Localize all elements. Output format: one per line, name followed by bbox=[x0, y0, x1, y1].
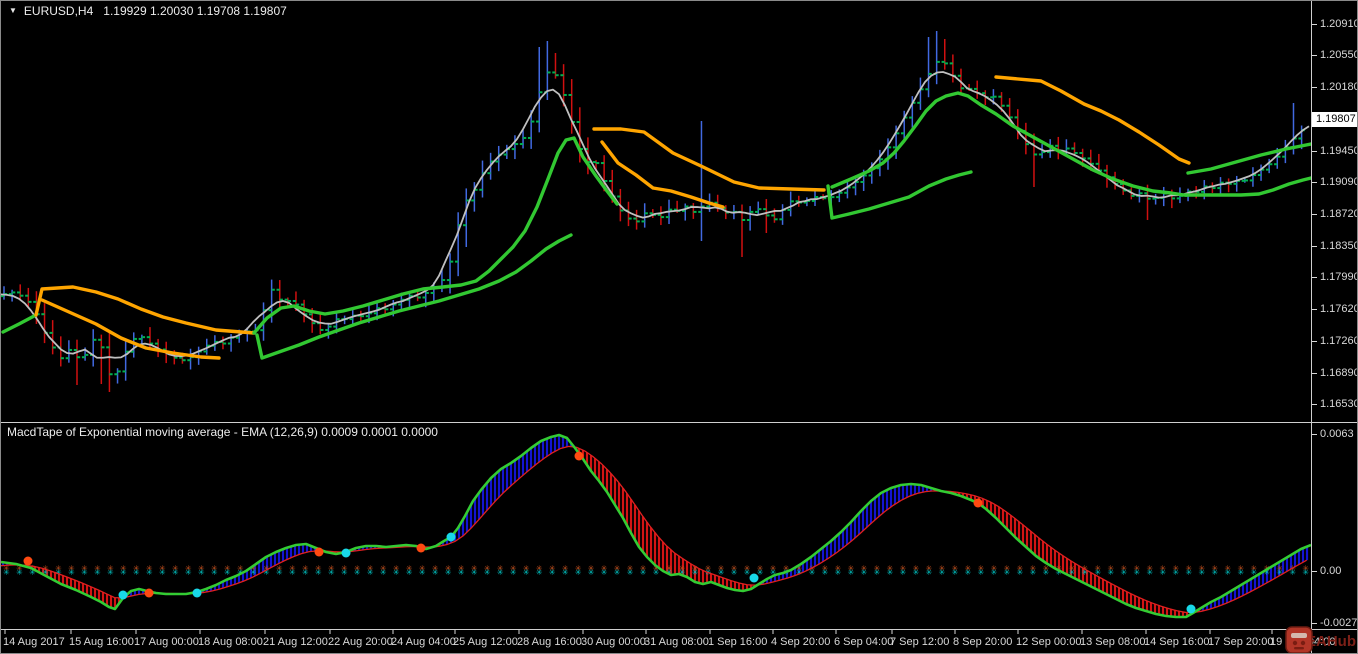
zero-line-lower: ✳✳✳✳✳✳✳✳✳✳✳✳✳✳✳✳✳✳✳✳✳✳✳✳✳✳✳✳✳✳✳✳✳✳✳✳✳✳✳✳… bbox=[3, 568, 1309, 577]
time-tick-label: 14 Sep 16:00 bbox=[1144, 636, 1210, 648]
time-tick-label: 21 Aug 12:00 bbox=[263, 636, 328, 648]
chart-title: ▼ EURUSD,H4 1.19929 1.20030 1.19708 1.1980… bbox=[9, 4, 287, 18]
time-tick-label: 15 Aug 16:00 bbox=[69, 636, 134, 648]
sell-signal-dot bbox=[144, 588, 154, 598]
buy-signal-dot bbox=[1186, 604, 1196, 614]
eahub-watermark: EAHub bbox=[1285, 626, 1357, 653]
time-tick-label: 6 Sep 04:00 bbox=[834, 636, 894, 648]
indicator-values: 0.0009 0.0001 0.0000 bbox=[321, 425, 438, 439]
price-pane[interactable] bbox=[1, 31, 1311, 392]
time-tick-label: 13 Sep 08:00 bbox=[1080, 636, 1146, 648]
time-tick-label: 8 Sep 20:00 bbox=[953, 636, 1013, 648]
sell-signal-dot bbox=[23, 556, 33, 566]
ohlc-values: 1.19929 1.20030 1.19708 1.19807 bbox=[103, 4, 287, 18]
sell-signal-dot bbox=[314, 547, 324, 557]
tape-line-green bbox=[1186, 142, 1311, 175]
price-tick-label: 1.18350 bbox=[1320, 240, 1358, 252]
price-tick-label: 1.18720 bbox=[1320, 208, 1358, 220]
price-tick-label: 1.17990 bbox=[1320, 271, 1358, 283]
price-tick-label: 1.17260 bbox=[1320, 335, 1358, 347]
indicator-tick-label: 0.00 bbox=[1320, 565, 1342, 577]
tape-line-orange bbox=[994, 75, 1191, 165]
price-tick-label: 1.16530 bbox=[1320, 398, 1358, 410]
time-tick-label: 17 Aug 00:00 bbox=[134, 636, 199, 648]
price-tick-label: 1.17620 bbox=[1320, 303, 1358, 315]
sell-signal-dot bbox=[973, 498, 983, 508]
time-tick-label: 17 Sep 20:00 bbox=[1208, 636, 1274, 648]
buy-signal-dot bbox=[118, 590, 128, 600]
tape-line-green bbox=[252, 136, 619, 335]
time-tick-label: 12 Sep 00:00 bbox=[1016, 636, 1082, 648]
symbol-timeframe: EURUSD,H4 bbox=[23, 4, 94, 18]
time-tick-label: 25 Aug 12:00 bbox=[453, 636, 518, 648]
time-tick-label: 18 Aug 08:00 bbox=[198, 636, 263, 648]
time-tick-label: 22 Aug 20:00 bbox=[328, 636, 393, 648]
time-tick-label: 30 Aug 00:00 bbox=[581, 636, 646, 648]
tape-line-orange bbox=[592, 127, 826, 192]
time-tick-label: 31 Aug 08:00 bbox=[644, 636, 709, 648]
indicator-label: MacdTape of Exponential moving average -… bbox=[7, 425, 438, 439]
sell-signal-dot bbox=[416, 543, 426, 553]
dropdown-arrow-icon[interactable]: ▼ bbox=[9, 6, 17, 15]
tape-line-orange bbox=[34, 285, 256, 335]
buy-signal-dot bbox=[192, 588, 202, 598]
time-tick-label: 28 Aug 16:00 bbox=[517, 636, 582, 648]
tape-line-green bbox=[1, 313, 38, 334]
time-tick-label: 4 Sep 20:00 bbox=[771, 636, 831, 648]
mt4-chart-window: ✳✳✳✳✳✳✳✳✳✳✳✳✳✳✳✳✳✳✳✳✳✳✳✳✳✳✳✳✳✳✳✳✳✳✳✳✳✳✳✳… bbox=[0, 0, 1358, 654]
buy-signal-dot bbox=[446, 532, 456, 542]
price-tick-label: 1.19090 bbox=[1320, 176, 1358, 188]
eahub-logo-text: EAHub bbox=[1306, 633, 1356, 650]
time-tick-label: 7 Sep 12:00 bbox=[890, 636, 950, 648]
indicator-name: MacdTape of Exponential moving average -… bbox=[7, 425, 318, 439]
time-tick-label: 14 Aug 2017 bbox=[3, 636, 65, 648]
price-tick-label: 1.19450 bbox=[1320, 145, 1358, 157]
price-tick-label: 1.20910 bbox=[1320, 18, 1358, 30]
indicator-tick-label: 0.0063 bbox=[1320, 428, 1354, 440]
macd-pane[interactable]: ✳✳✳✳✳✳✳✳✳✳✳✳✳✳✳✳✳✳✳✳✳✳✳✳✳✳✳✳✳✳✳✳✳✳✳✳✳✳✳✳… bbox=[1, 433, 1311, 619]
price-tick-label: 1.16890 bbox=[1320, 367, 1358, 379]
eahub-logo-icon bbox=[1285, 626, 1313, 653]
buy-signal-dot bbox=[749, 573, 759, 583]
candles-layer bbox=[1, 31, 1305, 392]
time-tick-label: 1 Sep 16:00 bbox=[708, 636, 768, 648]
chart-canvas[interactable]: ✳✳✳✳✳✳✳✳✳✳✳✳✳✳✳✳✳✳✳✳✳✳✳✳✳✳✳✳✳✳✳✳✳✳✳✳✳✳✳✳… bbox=[1, 1, 1358, 654]
price-tick-label: 1.20550 bbox=[1320, 49, 1358, 61]
current-price-label: 1.19807 bbox=[1312, 112, 1357, 127]
buy-signal-dot bbox=[341, 548, 351, 558]
price-tick-label: 1.20180 bbox=[1320, 81, 1358, 93]
time-tick-label: 24 Aug 04:00 bbox=[391, 636, 456, 648]
sell-signal-dot bbox=[574, 451, 584, 461]
